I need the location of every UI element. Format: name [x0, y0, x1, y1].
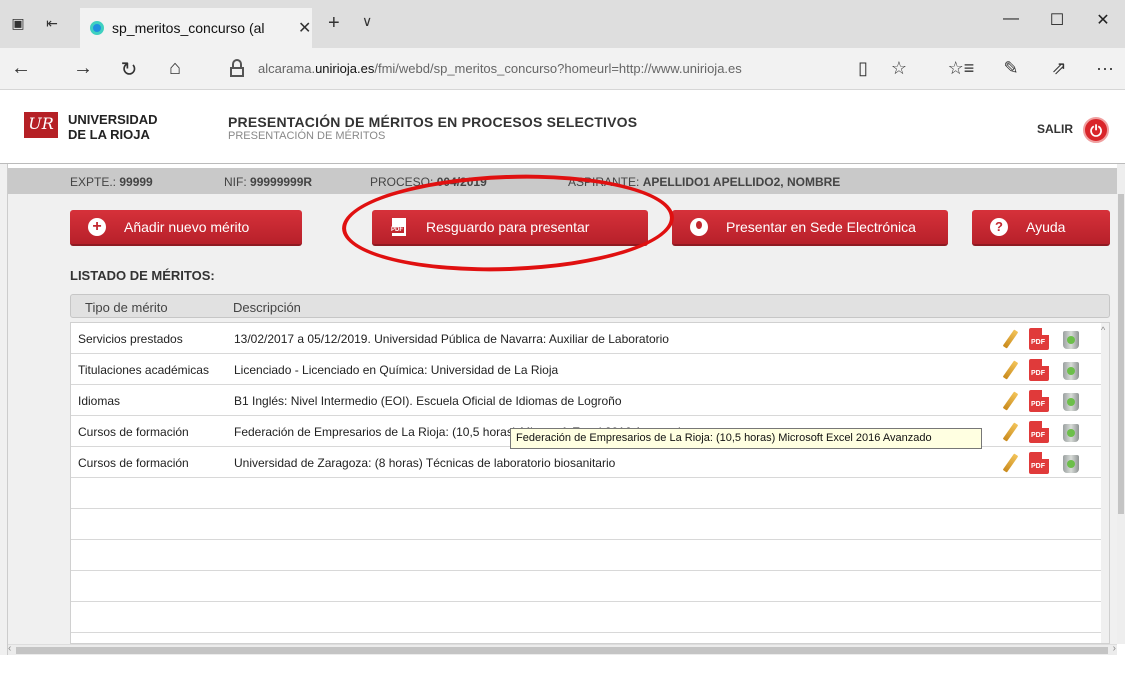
merit-description: Licenciado - Licenciado en Química: Univ…: [234, 363, 559, 377]
submit-electronic-office-button[interactable]: Presentar en Sede Electrónica: [672, 210, 948, 246]
nif-info: NIF: 99999999R: [224, 175, 313, 189]
delete-trash-icon[interactable]: [1061, 390, 1081, 412]
column-header-type: Tipo de mérito: [85, 300, 168, 315]
new-tab-icon[interactable]: +: [328, 12, 340, 35]
lock-icon: [230, 59, 244, 77]
add-merit-button[interactable]: + Añadir nuevo mérito: [70, 210, 302, 246]
url-text: alcarama.unirioja.es/fmi/webd/sp_meritos…: [258, 61, 742, 76]
close-window-button[interactable]: ✕: [1080, 10, 1125, 30]
forward-icon[interactable]: →: [68, 57, 98, 80]
description-tooltip: Federación de Empresarios de La Rioja: (…: [510, 428, 982, 449]
page-vertical-scrollbar[interactable]: [1117, 164, 1125, 644]
pdf-icon[interactable]: PDF: [1029, 421, 1049, 443]
edit-pencil-icon[interactable]: [999, 328, 1019, 350]
refresh-icon[interactable]: ↻: [114, 57, 144, 82]
scroll-left-icon[interactable]: ‹: [8, 643, 11, 654]
scroll-right-icon[interactable]: ›: [1113, 643, 1116, 654]
edit-pencil-icon[interactable]: [999, 390, 1019, 412]
horizontal-scroll-thumb[interactable]: [16, 647, 1108, 654]
pdf-icon[interactable]: PDF: [1029, 390, 1049, 412]
merits-list-title: LISTADO DE MÉRITOS:: [70, 268, 215, 283]
power-icon[interactable]: ⏻: [1083, 117, 1109, 143]
delete-trash-icon[interactable]: [1061, 328, 1081, 350]
edit-pencil-icon[interactable]: [999, 359, 1019, 381]
table-row-empty: [71, 478, 1109, 509]
app-header: UR UNIVERSIDAD DE LA RIOJA PRESENTACIÓN …: [0, 90, 1125, 164]
merit-description: B1 Inglés: Nivel Intermedio (EOI). Escue…: [234, 394, 622, 408]
back-icon[interactable]: ←: [6, 57, 36, 80]
merit-type: Idiomas: [78, 394, 121, 408]
help-button[interactable]: ? Ayuda: [972, 210, 1110, 246]
delete-trash-icon[interactable]: [1061, 452, 1081, 474]
table-row[interactable]: Titulaciones académicas Licenciado - Lic…: [71, 354, 1109, 385]
page-horizontal-scrollbar[interactable]: ‹ ›: [8, 643, 1117, 655]
browser-tab[interactable]: sp_meritos_concurso (al ✕: [80, 8, 312, 48]
pdf-icon[interactable]: PDF: [1029, 452, 1049, 474]
favorites-list-icon[interactable]: ☆≡: [946, 58, 976, 79]
pdf-icon[interactable]: PDF: [1029, 359, 1049, 381]
table-row[interactable]: Servicios prestados 13/02/2017 a 05/12/2…: [71, 323, 1109, 354]
table-scrollbar[interactable]: ^: [1101, 323, 1109, 643]
set-aside-tabs-icon[interactable]: ⇤: [42, 13, 62, 33]
table-row-empty: [71, 571, 1109, 602]
proceso-info: PROCESO: 004/2019: [370, 175, 487, 189]
table-row-empty: [71, 540, 1109, 571]
favicon-icon: [90, 21, 104, 35]
maximize-button[interactable]: ☐: [1034, 10, 1080, 30]
more-icon[interactable]: ···: [1090, 58, 1120, 79]
minimize-button[interactable]: —: [988, 10, 1034, 28]
reading-view-icon[interactable]: ▯: [848, 58, 878, 79]
merit-description: 13/02/2017 a 05/12/2019. Universidad Púb…: [234, 332, 669, 346]
merit-type: Titulaciones académicas: [78, 363, 209, 377]
browser-tab-bar: ▣ ⇤ sp_meritos_concurso (al ✕ + ∨ — ☐ ✕: [0, 0, 1125, 48]
logout-label[interactable]: SALIR: [1037, 122, 1073, 136]
delete-trash-icon[interactable]: [1061, 359, 1081, 381]
table-row-empty: [71, 509, 1109, 540]
applicant-info-bar: EXPTE.: 99999 NIF: 99999999R PROCESO: 00…: [8, 168, 1117, 194]
merit-type: Cursos de formación: [78, 425, 189, 439]
edit-pencil-icon[interactable]: [999, 452, 1019, 474]
user-icon: [690, 218, 708, 236]
favorite-star-icon[interactable]: ☆: [884, 58, 914, 79]
column-header-description: Descripción: [233, 300, 301, 315]
merits-table: Servicios prestados 13/02/2017 a 05/12/2…: [70, 322, 1110, 644]
university-logo-icon: UR: [24, 112, 58, 138]
delete-trash-icon[interactable]: [1061, 421, 1081, 443]
page-title: PRESENTACIÓN DE MÉRITOS EN PROCESOS SELE…: [228, 114, 638, 130]
notes-pen-icon[interactable]: ✎: [996, 58, 1026, 79]
merit-type: Servicios prestados: [78, 332, 183, 346]
scroll-up-icon[interactable]: ^: [1101, 325, 1105, 335]
tab-title: sp_meritos_concurso (al: [112, 20, 265, 36]
page-scroll-thumb[interactable]: [1118, 194, 1124, 514]
pdf-doc-icon: [390, 218, 408, 236]
merit-description: Universidad de Zaragoza: (8 horas) Técni…: [234, 456, 616, 470]
table-row-empty: [71, 602, 1109, 633]
university-name: UNIVERSIDAD DE LA RIOJA: [68, 112, 158, 142]
help-icon: ?: [990, 218, 1008, 236]
table-header: Tipo de mérito Descripción: [70, 294, 1110, 318]
main-content: + Añadir nuevo mérito Resguardo para pre…: [8, 194, 1117, 644]
merit-type: Cursos de formación: [78, 456, 189, 470]
address-bar-row: ← → ↻ ⌂ alcarama.unirioja.es/fmi/webd/sp…: [0, 48, 1125, 90]
pdf-icon[interactable]: PDF: [1029, 328, 1049, 350]
home-icon[interactable]: ⌂: [160, 57, 190, 80]
tab-list-chevron-icon[interactable]: ∨: [362, 13, 372, 30]
url-field[interactable]: alcarama.unirioja.es/fmi/webd/sp_meritos…: [218, 54, 918, 84]
page-left-border: [0, 164, 8, 655]
page-subtitle: PRESENTACIÓN DE MÉRITOS: [228, 130, 386, 142]
expte-info: EXPTE.: 99999: [70, 175, 153, 189]
edit-pencil-icon[interactable]: [999, 421, 1019, 443]
table-row[interactable]: Cursos de formación Universidad de Zarag…: [71, 447, 1109, 478]
plus-icon: +: [88, 218, 106, 236]
share-icon[interactable]: ⇗: [1044, 58, 1074, 79]
table-row[interactable]: Idiomas B1 Inglés: Nivel Intermedio (EOI…: [71, 385, 1109, 416]
aspirante-info: ASPIRANTE: APELLIDO1 APELLIDO2, NOMBRE: [568, 175, 841, 189]
tab-close-icon[interactable]: ✕: [298, 18, 311, 38]
tab-actions-icon[interactable]: ▣: [8, 13, 28, 33]
receipt-button[interactable]: Resguardo para presentar: [372, 210, 648, 246]
